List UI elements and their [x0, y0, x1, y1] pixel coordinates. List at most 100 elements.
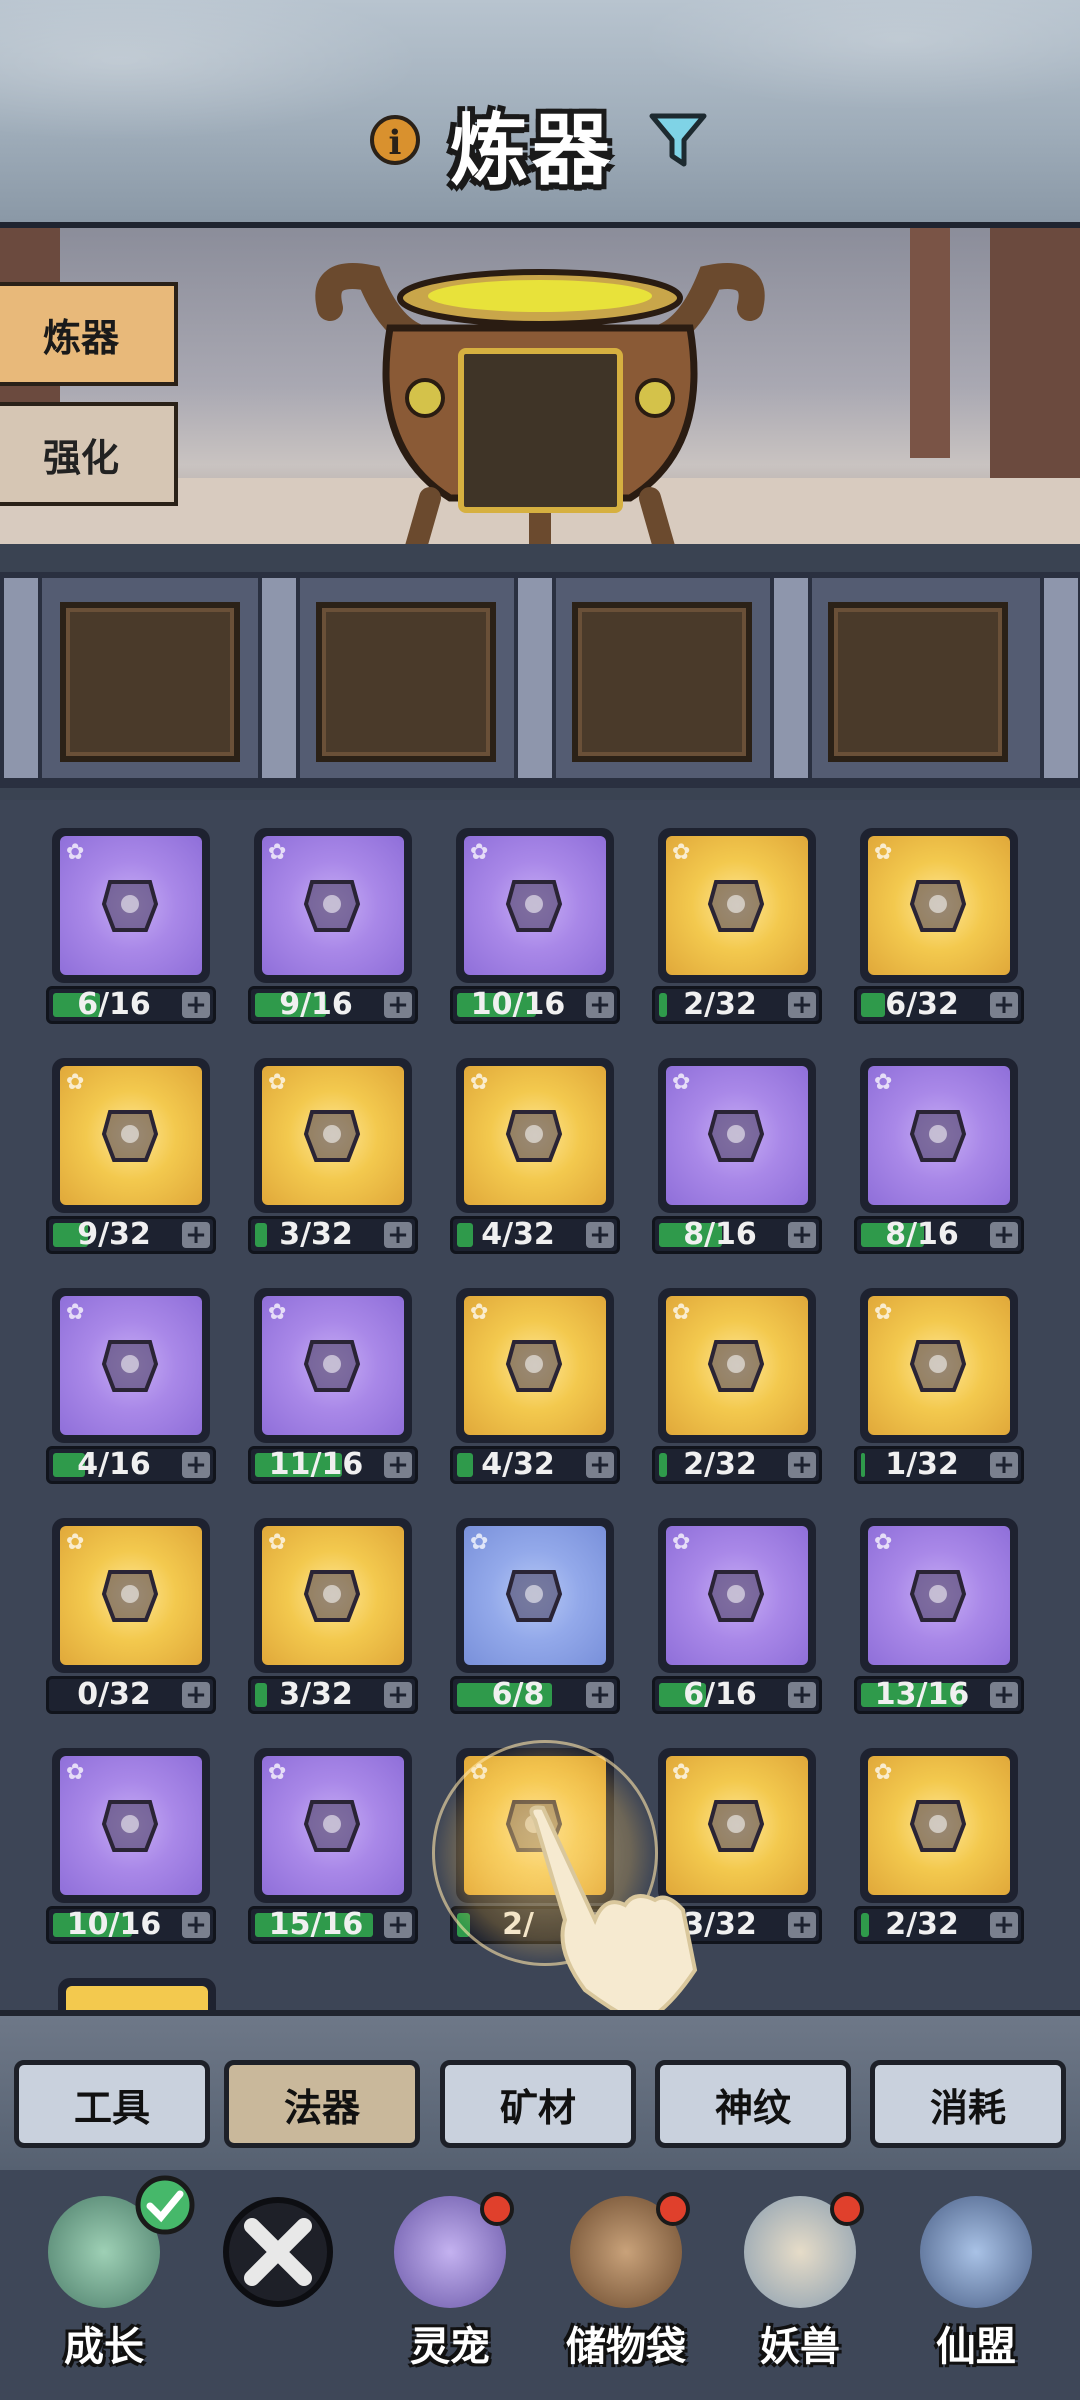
item-card[interactable]: ✿ 4/32 + — [450, 1288, 620, 1484]
fragment-icon: ✿ — [874, 840, 893, 865]
nav-storage-bag[interactable]: 储物袋 — [556, 2192, 696, 2386]
add-button[interactable]: + — [788, 1682, 816, 1708]
item-frame: ✿ — [456, 1288, 614, 1443]
item-card[interactable]: ✿ 6/8 + — [450, 1518, 620, 1714]
info-icon[interactable]: i — [370, 115, 420, 165]
item-card[interactable]: ✿ 9/16 + — [248, 828, 418, 1024]
progress-text: 10/16 — [66, 1907, 162, 1942]
material-slot[interactable] — [828, 602, 1008, 762]
progress-bar: 6/8 + — [450, 1676, 620, 1714]
add-button[interactable]: + — [384, 1452, 412, 1478]
item-frame: ✿ — [860, 1748, 1018, 1903]
add-button[interactable]: + — [788, 992, 816, 1018]
add-button[interactable]: + — [586, 1452, 614, 1478]
add-button[interactable]: + — [384, 1682, 412, 1708]
material-slot[interactable] — [316, 602, 496, 762]
add-button[interactable]: + — [182, 1222, 210, 1248]
item-icon: ✿ — [464, 836, 606, 975]
add-button[interactable]: + — [586, 1222, 614, 1248]
tab-strengthen[interactable]: 强化 — [0, 402, 178, 506]
add-button[interactable]: + — [384, 1912, 412, 1938]
rail-divider — [1040, 578, 1080, 778]
item-icon: ✿ — [868, 1526, 1010, 1665]
add-button[interactable]: + — [182, 1452, 210, 1478]
item-icon: ✿ — [60, 1526, 202, 1665]
progress-bar: 1/32 + — [854, 1446, 1024, 1484]
add-button[interactable]: + — [182, 992, 210, 1018]
material-slot[interactable] — [572, 602, 752, 762]
progress-bar: 4/32 + — [450, 1446, 620, 1484]
nav-close[interactable] — [208, 2196, 348, 2386]
item-icon: ✿ — [666, 1526, 808, 1665]
progress-bar: 2/32 + — [854, 1906, 1024, 1944]
pointing-hand-icon — [529, 1805, 698, 2039]
nav-label: 储物袋 — [566, 2324, 686, 2370]
item-card[interactable]: ✿ 4/16 + — [46, 1288, 216, 1484]
nav-spirit-pet[interactable]: 灵宠 — [380, 2192, 520, 2386]
add-button[interactable]: + — [384, 992, 412, 1018]
rail-divider — [258, 578, 300, 778]
nav-growth[interactable]: 成长 — [34, 2175, 195, 2386]
category-tab-tools[interactable]: 工具 — [14, 2060, 210, 2148]
filter-icon[interactable] — [648, 110, 708, 170]
forge-result-slot[interactable] — [458, 348, 623, 513]
item-card[interactable]: ✿ 13/16 + — [854, 1518, 1024, 1714]
item-card[interactable]: ✿ 8/16 + — [652, 1058, 822, 1254]
tab-refine[interactable]: 炼器 — [0, 282, 178, 386]
item-card[interactable]: ✿ 10/16 + — [46, 1748, 216, 1944]
nav-demon-beast[interactable]: 妖兽 — [730, 2192, 870, 2386]
add-button[interactable]: + — [990, 1682, 1018, 1708]
add-button[interactable]: + — [990, 1452, 1018, 1478]
category-tab-artifacts[interactable]: 法器 — [224, 2060, 420, 2148]
progress-bar: 3/32 + — [248, 1216, 418, 1254]
nav-immortal-alliance[interactable]: 仙盟 — [906, 2196, 1046, 2386]
item-card[interactable]: ✿ 4/32 + — [450, 1058, 620, 1254]
item-card[interactable]: ✿ 10/16 + — [450, 828, 620, 1024]
progress-bar: 10/16 + — [46, 1906, 216, 1944]
fragment-icon: ✿ — [672, 1070, 691, 1095]
item-card[interactable]: ✿ 6/16 + — [46, 828, 216, 1024]
add-button[interactable]: + — [990, 1912, 1018, 1938]
add-button[interactable]: + — [788, 1912, 816, 1938]
item-card[interactable]: ✿ 3/32 + — [248, 1518, 418, 1714]
add-button[interactable]: + — [182, 1912, 210, 1938]
item-card[interactable]: ✿ 2/32 + — [652, 828, 822, 1024]
item-card[interactable]: ✿ 15/16 + — [248, 1748, 418, 1944]
add-button[interactable]: + — [990, 992, 1018, 1018]
item-card[interactable]: ✿ 2/32 + — [854, 1748, 1024, 1944]
item-frame: ✿ — [860, 1058, 1018, 1213]
item-frame: ✿ — [658, 1058, 816, 1213]
item-frame: ✿ — [456, 828, 614, 983]
item-frame: ✿ — [860, 1288, 1018, 1443]
item-card[interactable]: ✿ 8/16 + — [854, 1058, 1024, 1254]
item-card[interactable]: ✿ 2/32 + — [652, 1288, 822, 1484]
item-card[interactable]: ✿ 6/32 + — [854, 828, 1024, 1024]
add-button[interactable]: + — [788, 1452, 816, 1478]
progress-text: 6/16 — [683, 1677, 757, 1712]
item-card[interactable]: ✿ 0/32 + — [46, 1518, 216, 1714]
equipment-icon — [101, 1340, 159, 1392]
add-button[interactable]: + — [182, 1682, 210, 1708]
category-tab-consumables[interactable]: 消耗 — [870, 2060, 1066, 2148]
fragment-icon: ✿ — [66, 1760, 85, 1785]
item-card[interactable]: ✿ 3/32 + — [248, 1058, 418, 1254]
equipment-icon — [505, 1110, 563, 1162]
material-slot[interactable] — [60, 602, 240, 762]
item-card[interactable]: ✿ 6/16 + — [652, 1518, 822, 1714]
add-button[interactable]: + — [586, 992, 614, 1018]
item-frame: ✿ — [658, 1518, 816, 1673]
category-tab-runes[interactable]: 神纹 — [655, 2060, 851, 2148]
item-card[interactable]: ✿ 11/16 + — [248, 1288, 418, 1484]
add-button[interactable]: + — [788, 1222, 816, 1248]
rail-divider — [514, 578, 556, 778]
item-card[interactable]: ✿ 9/32 + — [46, 1058, 216, 1254]
fragment-icon: ✿ — [268, 840, 287, 865]
add-button[interactable]: + — [586, 1682, 614, 1708]
progress-bar: 8/16 + — [652, 1216, 822, 1254]
progress-text: 9/16 — [279, 987, 353, 1022]
add-button[interactable]: + — [990, 1222, 1018, 1248]
add-button[interactable]: + — [384, 1222, 412, 1248]
item-icon: ✿ — [60, 1296, 202, 1435]
item-card[interactable]: ✿ 1/32 + — [854, 1288, 1024, 1484]
category-tab-ores[interactable]: 矿材 — [440, 2060, 636, 2148]
